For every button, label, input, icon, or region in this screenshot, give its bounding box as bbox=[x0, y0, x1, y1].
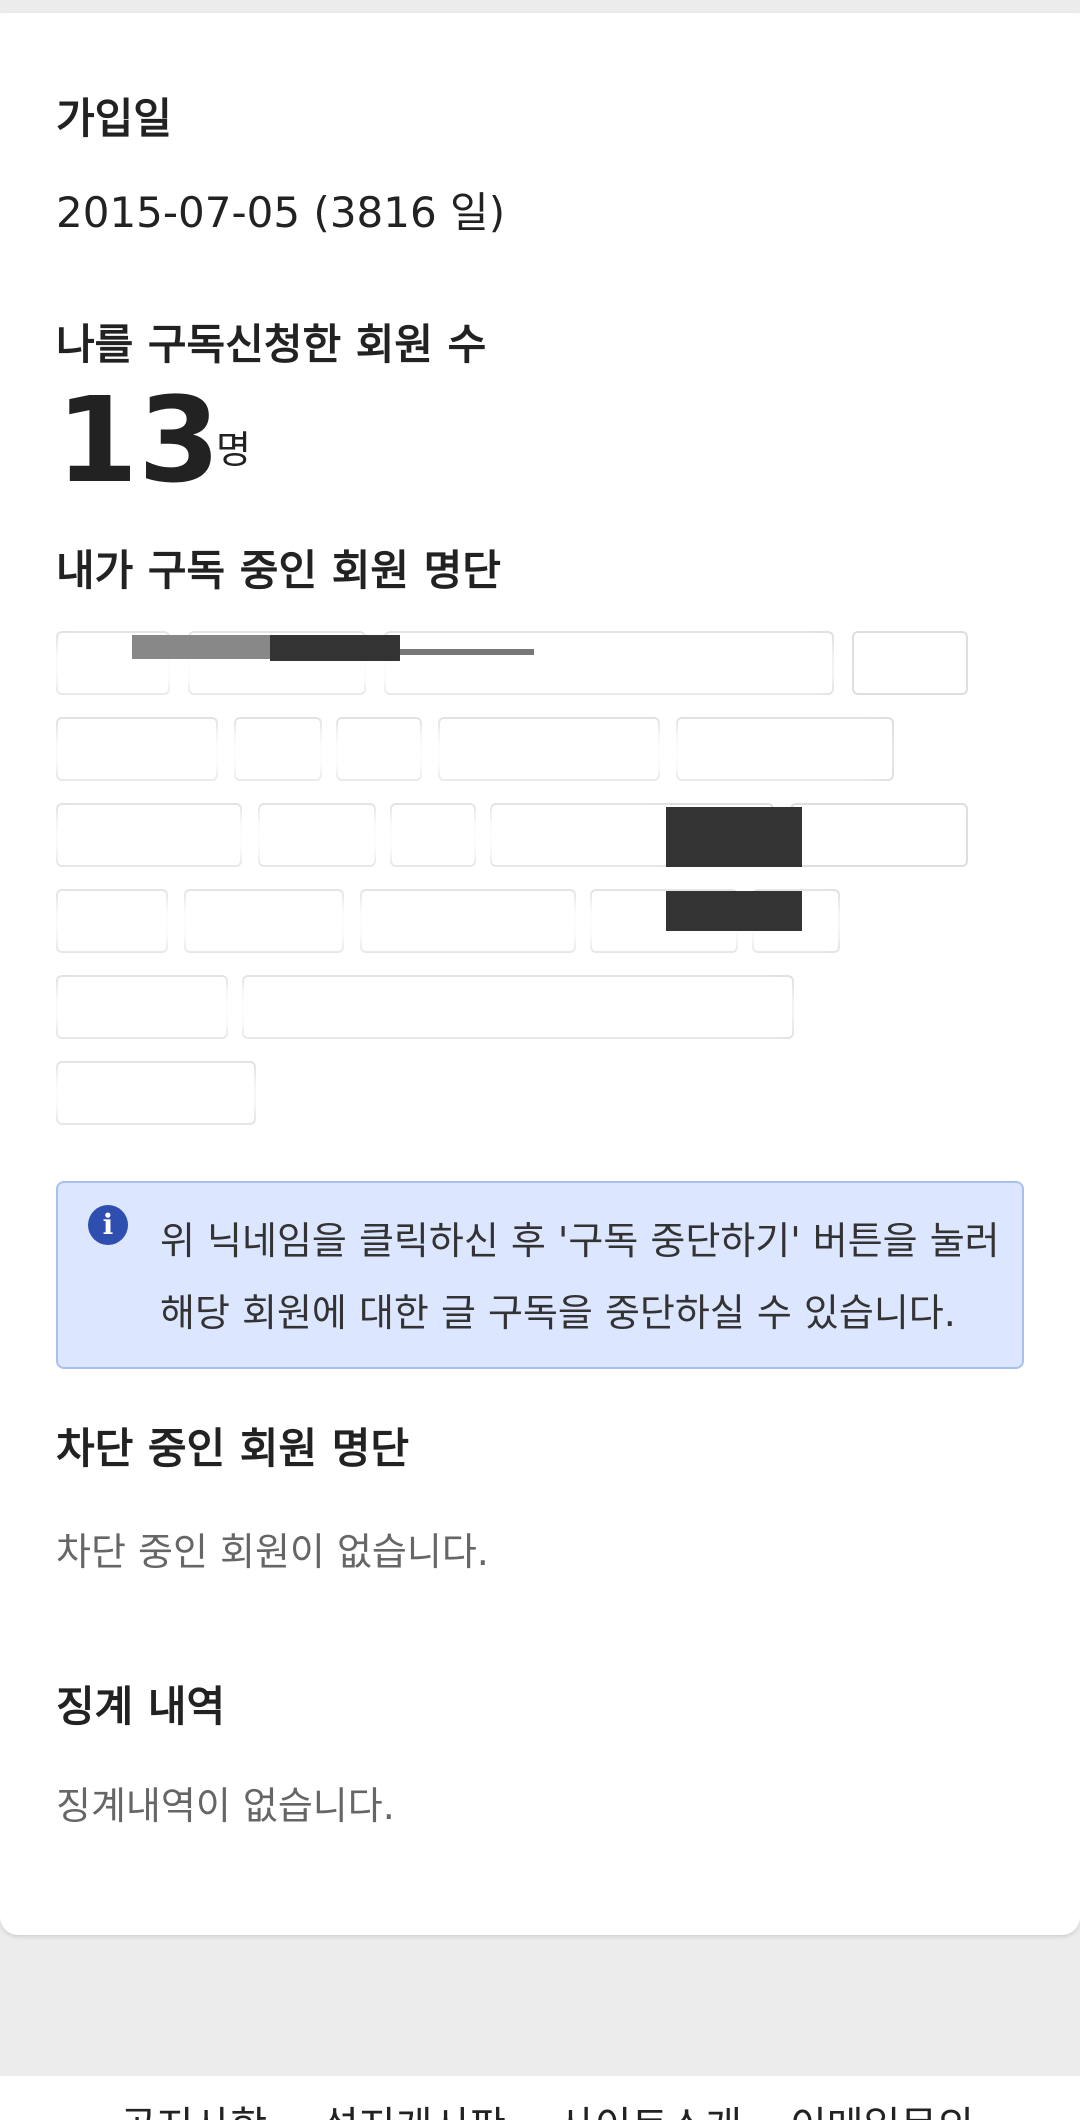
subscribing-heading: 내가 구독 중인 회원 명단 bbox=[56, 546, 501, 595]
profile-card: 가입일 2015-07-05 (3816 일) 나를 구독신청한 회원 수 13… bbox=[0, 13, 1080, 1935]
info-icon: i bbox=[88, 1205, 128, 1245]
redaction-mark bbox=[400, 649, 534, 655]
join-date-heading: 가입일 bbox=[56, 94, 172, 143]
redaction-blur bbox=[40, 813, 680, 861]
blocked-heading: 차단 중인 회원 명단 bbox=[56, 1424, 409, 1473]
footer-link-about[interactable]: 사이트소개 bbox=[558, 2094, 742, 2120]
nickname-chip[interactable] bbox=[852, 631, 968, 695]
redaction-mark bbox=[666, 807, 802, 867]
notice-text: 위 닉네임을 클릭하신 후 '구독 중단하기' 버튼을 눌러 해당 회원에 대한… bbox=[160, 1219, 1000, 1335]
blocked-empty-text: 차단 중인 회원이 없습니다. bbox=[56, 1530, 489, 1574]
subscriber-unit: 명 bbox=[216, 428, 251, 472]
redaction-blur bbox=[36, 1071, 266, 1119]
redaction-mark bbox=[666, 891, 802, 931]
redaction-blur bbox=[40, 729, 890, 777]
subscriber-count: 13 bbox=[56, 371, 221, 509]
footer-link-board[interactable]: 설지게시판 bbox=[322, 2094, 506, 2120]
subscribers-heading: 나를 구독신청한 회원 수 bbox=[56, 320, 487, 369]
profile-page: 가입일 2015-07-05 (3816 일) 나를 구독신청한 회원 수 13… bbox=[0, 0, 1080, 2120]
footer-link-notice[interactable]: 공지사항 bbox=[120, 2094, 267, 2120]
discipline-empty-text: 징계내역이 없습니다. bbox=[56, 1784, 395, 1828]
footer-link-email[interactable]: 이메일문의 bbox=[790, 2094, 974, 2120]
top-strip bbox=[0, 0, 1080, 13]
footer-links: 공지사항 설지게시판 사이트소개 이메일문의 bbox=[0, 2076, 1080, 2120]
discipline-heading: 징계 내역 bbox=[56, 1682, 226, 1731]
nickname-chip[interactable] bbox=[790, 803, 968, 867]
redaction-mark bbox=[270, 635, 400, 661]
redaction-blur bbox=[40, 985, 800, 1033]
join-date-value: 2015-07-05 (3816 일) bbox=[56, 188, 506, 237]
notice-box: i 위 닉네임을 클릭하신 후 '구독 중단하기' 버튼을 눌러 해당 회원에 … bbox=[56, 1181, 1024, 1369]
redaction-mark bbox=[132, 635, 270, 659]
